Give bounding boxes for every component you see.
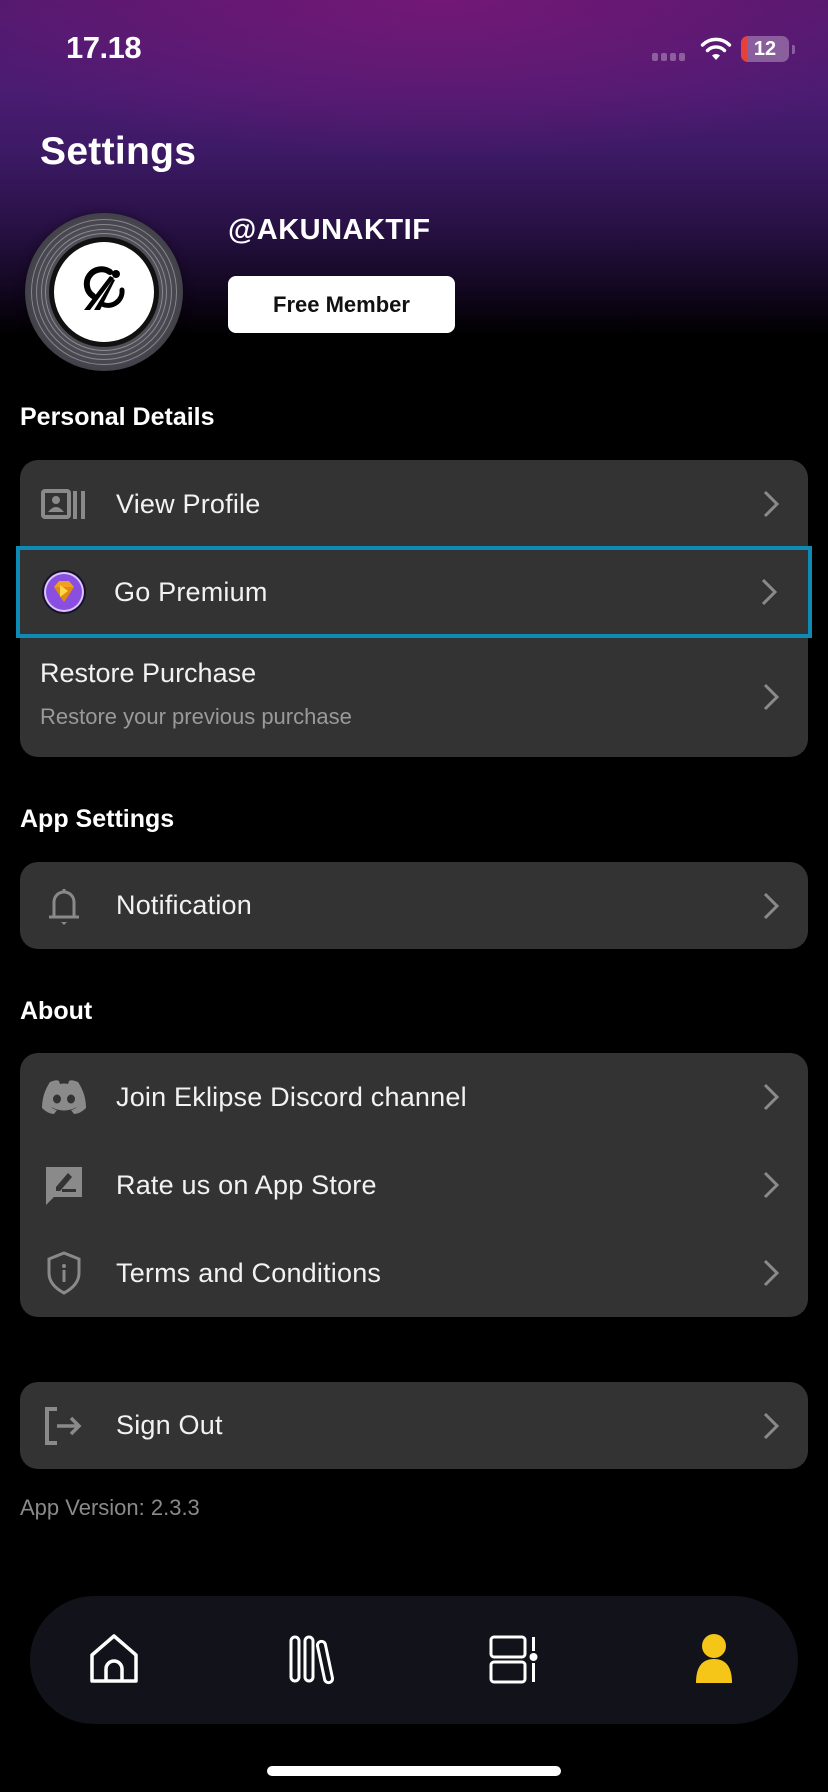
go-premium-row[interactable]: Go Premium (16, 546, 812, 638)
username: @AKUNAKTIF (228, 214, 431, 246)
view-profile-row[interactable]: View Profile (20, 460, 808, 548)
battery-level: 12 (753, 38, 777, 60)
discord-icon (40, 1073, 88, 1121)
chevron-right-icon (763, 1259, 780, 1287)
bottom-nav (30, 1596, 798, 1724)
discord-label: Join Eklipse Discord channel (116, 1081, 467, 1112)
chevron-right-icon (763, 1412, 780, 1439)
discord-row[interactable]: Join Eklipse Discord channel (20, 1053, 808, 1141)
about-card: Join Eklipse Discord channel Rate us on … (20, 1053, 808, 1317)
rate-app-row[interactable]: Rate us on App Store (20, 1141, 808, 1229)
status-time: 17.18 (66, 30, 142, 65)
page-title: Settings (40, 130, 197, 173)
personal-details-card: View Profile Go Premium Restore Purchase… (16, 460, 812, 757)
notification-label: Notification (116, 890, 252, 920)
sign-out-icon (40, 1402, 88, 1450)
eklipse-logo-icon (83, 266, 125, 310)
battery-icon: 12 (741, 36, 789, 62)
rate-feedback-icon (40, 1161, 88, 1209)
shield-info-icon (40, 1249, 88, 1297)
chevron-right-icon (763, 1083, 780, 1111)
nav-templates[interactable] (479, 1624, 549, 1694)
chevron-right-icon (763, 892, 780, 919)
nav-library[interactable] (279, 1624, 349, 1694)
app-version: App Version: 2.3.3 (20, 1495, 200, 1520)
restore-purchase-row[interactable]: Restore Purchase Restore your previous p… (20, 636, 808, 757)
user-icon (696, 1634, 732, 1683)
status-bar: 17.18 12 (0, 0, 828, 100)
view-profile-label: View Profile (116, 488, 261, 519)
account-card: Sign Out (20, 1382, 808, 1469)
rate-app-label: Rate us on App Store (116, 1169, 377, 1200)
bell-icon (40, 882, 88, 930)
notification-row[interactable]: Notification (20, 862, 808, 949)
signal-dots-icon (652, 53, 685, 61)
premium-gem-icon (40, 568, 88, 616)
avatar-image (54, 242, 154, 342)
app-settings-card: Notification (20, 862, 808, 949)
section-title-about: About (20, 997, 93, 1025)
home-indicator[interactable] (267, 1766, 561, 1776)
terms-row[interactable]: Terms and Conditions (20, 1229, 808, 1317)
chevron-right-icon (763, 490, 780, 518)
nav-home[interactable] (79, 1624, 149, 1694)
chevron-right-icon (761, 578, 778, 606)
membership-badge-button[interactable]: Free Member (228, 276, 455, 333)
chevron-right-icon (763, 683, 780, 710)
restore-purchase-sublabel: Restore your previous purchase (40, 704, 352, 729)
wifi-icon (700, 37, 732, 60)
nav-profile[interactable] (679, 1624, 749, 1694)
terms-label: Terms and Conditions (116, 1257, 382, 1288)
profile-card-icon (40, 480, 88, 528)
section-title-app-settings: App Settings (20, 805, 175, 833)
chevron-right-icon (763, 1171, 780, 1199)
go-premium-label: Go Premium (114, 576, 268, 607)
home-icon (90, 1634, 138, 1683)
library-icon (289, 1635, 335, 1685)
avatar[interactable] (25, 213, 183, 371)
restore-purchase-label: Restore Purchase (40, 658, 257, 688)
layout-icon (489, 1635, 538, 1684)
sign-out-label: Sign Out (116, 1410, 223, 1440)
battery-nub (792, 45, 795, 54)
sign-out-row[interactable]: Sign Out (20, 1382, 808, 1469)
section-title-personal-details: Personal Details (20, 403, 215, 431)
